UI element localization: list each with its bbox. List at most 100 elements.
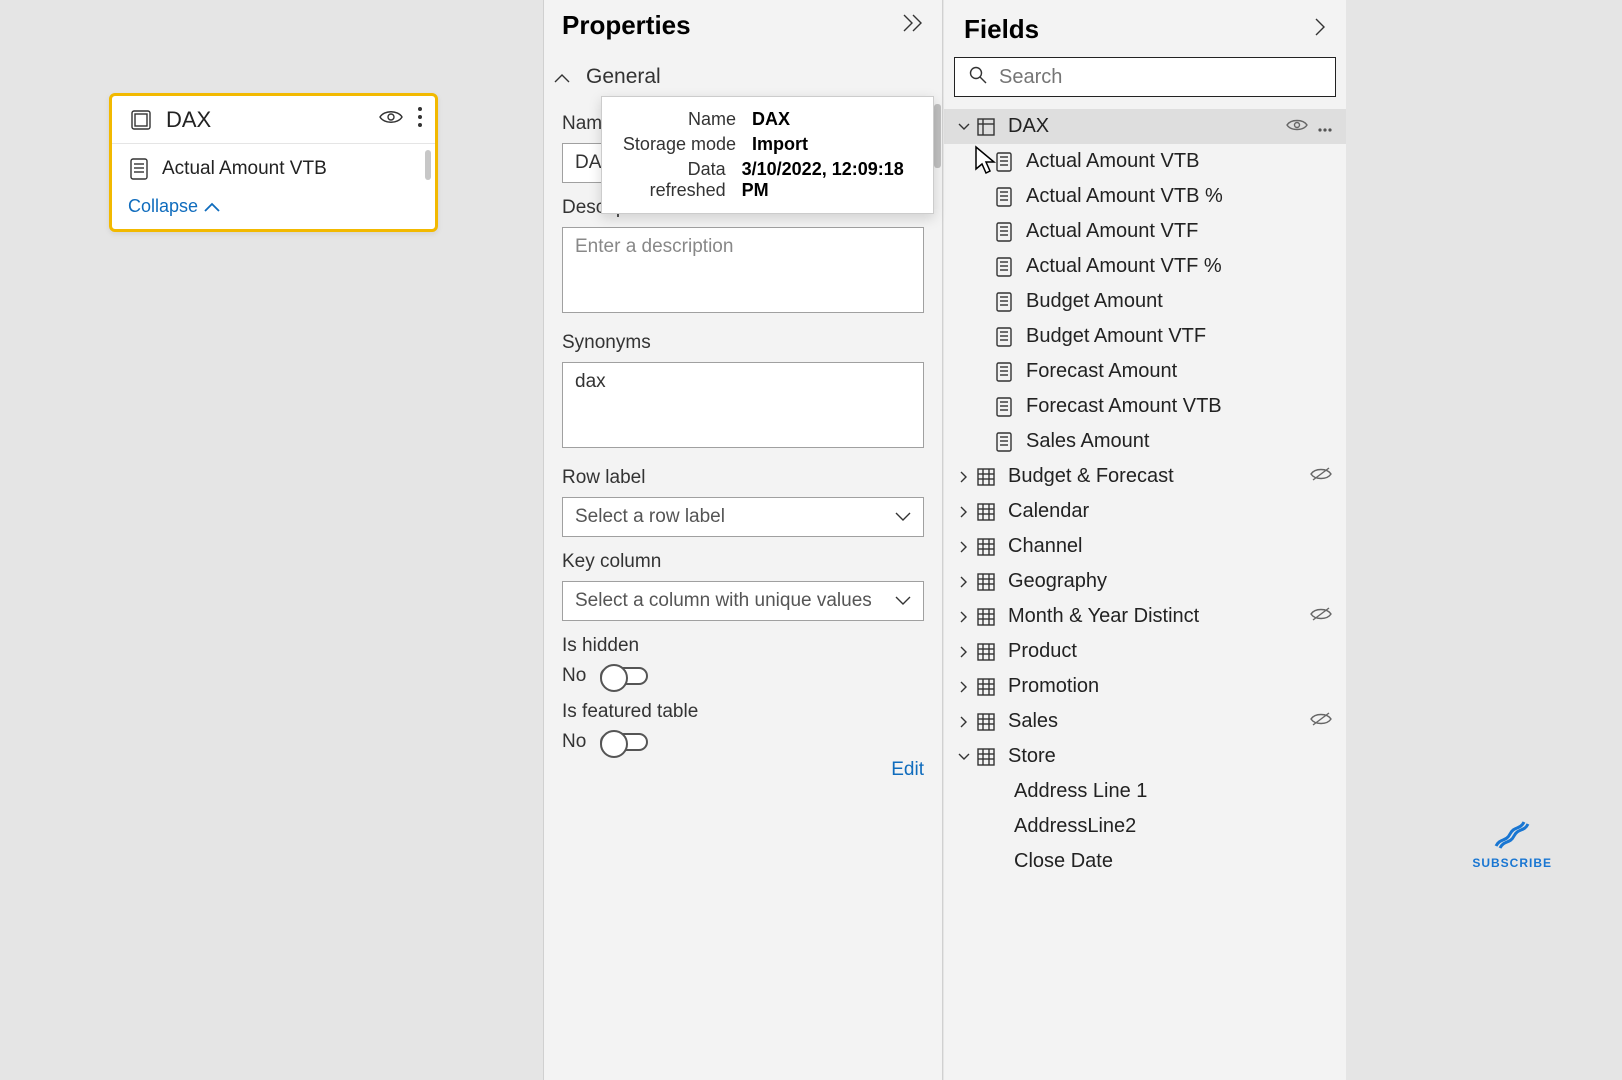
table-label: DAX: [1008, 115, 1286, 138]
measure-icon: [992, 430, 1016, 454]
row-label-label: Row label: [562, 467, 924, 489]
fields-column[interactable]: AddressLine2: [944, 809, 1346, 844]
collapse-panel-icon[interactable]: [902, 13, 924, 38]
measure-label: Actual Amount VTF: [1026, 220, 1332, 243]
tooltip-key-name: Name: [616, 109, 736, 130]
fields-measure[interactable]: Actual Amount VTB: [944, 144, 1346, 179]
section-general-header[interactable]: General: [544, 51, 942, 99]
more-icon[interactable]: [417, 106, 423, 133]
is-featured-toggle[interactable]: [600, 733, 648, 751]
measure-label: Actual Amount VTB: [162, 158, 327, 180]
is-featured-label: Is featured table: [562, 701, 924, 723]
table-card-dax[interactable]: DAX Actual Amount VTB Collapse: [109, 93, 438, 232]
table-icon: [974, 500, 998, 524]
measure-label: Forecast Amount: [1026, 360, 1332, 383]
fields-measure[interactable]: Actual Amount VTB %: [944, 179, 1346, 214]
fields-measure[interactable]: Actual Amount VTF %: [944, 249, 1346, 284]
fields-table-geography[interactable]: Geography: [944, 564, 1346, 599]
table-label: Calendar: [1008, 500, 1332, 523]
chevron-right-icon: [954, 541, 974, 553]
collapse-label: Collapse: [128, 196, 198, 217]
fields-list: DAX Actual Amount VTB Actual Amount VTB …: [944, 109, 1346, 879]
fields-table-calendar[interactable]: Calendar: [944, 494, 1346, 529]
properties-header: Properties: [544, 0, 942, 51]
visibility-icon[interactable]: [379, 108, 403, 131]
model-canvas[interactable]: DAX Actual Amount VTB Collapse: [0, 0, 543, 1080]
collapse-button[interactable]: Collapse: [112, 190, 435, 229]
chevron-right-icon[interactable]: [1314, 17, 1326, 42]
measure-icon: [128, 158, 150, 180]
table-icon: [974, 465, 998, 489]
measure-icon: [992, 290, 1016, 314]
tooltip-key-storage: Storage mode: [616, 134, 736, 155]
fields-table-product[interactable]: Product: [944, 634, 1346, 669]
measure-label: Actual Amount VTB: [1026, 150, 1332, 173]
chevron-down-icon: [895, 506, 911, 528]
measure-icon: [992, 255, 1016, 279]
chevron-right-icon: [954, 646, 974, 658]
edit-link[interactable]: Edit: [562, 759, 924, 781]
fields-table-promotion[interactable]: Promotion: [944, 669, 1346, 704]
fields-table-month-year[interactable]: Month & Year Distinct: [944, 599, 1346, 634]
row-label-placeholder: Select a row label: [575, 506, 725, 528]
row-label-select[interactable]: Select a row label: [562, 497, 924, 537]
key-column-select[interactable]: Select a column with unique values: [562, 581, 924, 621]
chevron-up-icon: [204, 196, 220, 217]
table-card-header[interactable]: DAX: [112, 96, 435, 144]
tooltip-key-refreshed: Data refreshed: [616, 159, 726, 201]
column-label: AddressLine2: [1014, 815, 1332, 838]
chevron-right-icon: [954, 576, 974, 588]
fields-measure[interactable]: Actual Amount VTF: [944, 214, 1346, 249]
chevron-right-icon: [954, 471, 974, 483]
fields-table-sales[interactable]: Sales: [944, 704, 1346, 739]
fields-table-store[interactable]: Store: [944, 739, 1346, 774]
fields-search[interactable]: [954, 57, 1336, 97]
table-label: Channel: [1008, 535, 1332, 558]
visibility-icon[interactable]: [1286, 115, 1308, 138]
fields-measure[interactable]: Sales Amount: [944, 424, 1346, 459]
more-icon[interactable]: [1318, 115, 1332, 138]
fields-measure[interactable]: Forecast Amount VTB: [944, 389, 1346, 424]
chevron-down-icon: [954, 753, 974, 761]
fields-measure[interactable]: Budget Amount VTF: [944, 319, 1346, 354]
measure-icon: [992, 325, 1016, 349]
measure-icon: [992, 395, 1016, 419]
synonyms-label: Synonyms: [562, 332, 924, 354]
table-icon: [974, 640, 998, 664]
tooltip-val-storage: Import: [752, 134, 808, 155]
table-card-measure-row[interactable]: Actual Amount VTB: [128, 154, 419, 184]
search-input[interactable]: [999, 66, 1321, 89]
table-info-tooltip: NameDAX Storage modeImport Data refreshe…: [601, 96, 934, 214]
column-label: Address Line 1: [1014, 780, 1332, 803]
table-label: Geography: [1008, 570, 1332, 593]
fields-measure[interactable]: Forecast Amount: [944, 354, 1346, 389]
table-icon: [974, 675, 998, 699]
fields-table-dax[interactable]: DAX: [944, 109, 1346, 144]
description-input[interactable]: [562, 227, 924, 313]
measure-label: Sales Amount: [1026, 430, 1332, 453]
subscribe-label: SUBSCRIBE: [1472, 856, 1552, 870]
table-icon: [974, 115, 998, 139]
is-hidden-value: No: [562, 665, 586, 687]
chevron-right-icon: [954, 611, 974, 623]
search-icon: [969, 66, 987, 89]
fields-measure[interactable]: Budget Amount: [944, 284, 1346, 319]
measure-label: Actual Amount VTF %: [1026, 255, 1332, 278]
table-label: Promotion: [1008, 675, 1332, 698]
properties-scrollbar[interactable]: [934, 104, 941, 168]
fields-column[interactable]: Close Date: [944, 844, 1346, 879]
table-label: Sales: [1008, 710, 1310, 733]
fields-column[interactable]: Address Line 1: [944, 774, 1346, 809]
card-scrollbar[interactable]: [425, 150, 431, 180]
chevron-right-icon: [954, 506, 974, 518]
table-card-body: Actual Amount VTB: [112, 144, 435, 190]
measure-icon: [992, 360, 1016, 384]
section-general-label: General: [586, 65, 661, 89]
table-label: Product: [1008, 640, 1332, 663]
synonyms-input[interactable]: [562, 362, 924, 448]
is-hidden-toggle[interactable]: [600, 667, 648, 685]
chevron-right-icon: [954, 716, 974, 728]
fields-table-channel[interactable]: Channel: [944, 529, 1346, 564]
fields-table-budget-forecast[interactable]: Budget & Forecast: [944, 459, 1346, 494]
key-column-label: Key column: [562, 551, 924, 573]
